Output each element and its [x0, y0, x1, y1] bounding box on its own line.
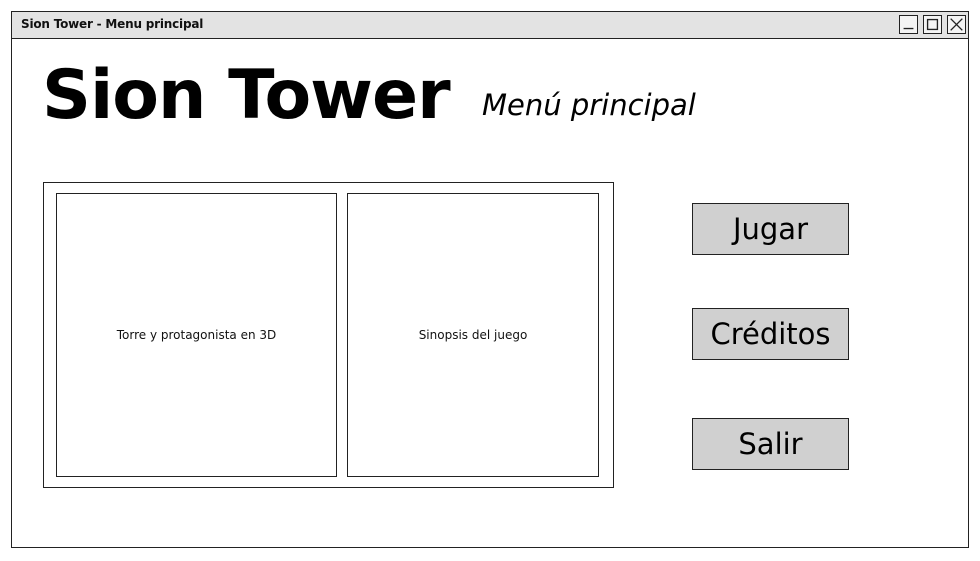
minimize-button[interactable]	[899, 15, 918, 34]
tower-3d-panel: Torre y protagonista en 3D	[56, 193, 337, 477]
credits-button[interactable]: Créditos	[692, 308, 849, 360]
tower-3d-label: Torre y protagonista en 3D	[116, 328, 277, 342]
exit-button-label: Salir	[738, 427, 803, 461]
app-title: Sion Tower	[42, 56, 451, 135]
play-button-label: Jugar	[732, 212, 809, 246]
page-subtitle: Menú principal	[482, 88, 696, 122]
title-bar[interactable]: Sion Tower - Menu principal	[12, 12, 968, 39]
synopsis-label: Sinopsis del juego	[418, 328, 528, 342]
window-title: Sion Tower - Menu principal	[21, 17, 204, 31]
minimize-icon	[903, 27, 914, 30]
exit-button[interactable]: Salir	[692, 418, 849, 470]
maximize-icon	[926, 18, 939, 31]
maximize-button[interactable]	[923, 15, 942, 34]
synopsis-panel: Sinopsis del juego	[347, 193, 599, 477]
close-button[interactable]	[947, 15, 966, 34]
app-window: Sion Tower - Menu principal Sion Tower M…	[11, 11, 969, 548]
content-frame: Torre y protagonista en 3D Sinopsis del …	[43, 182, 614, 488]
close-icon	[950, 18, 963, 31]
credits-button-label: Créditos	[710, 317, 831, 351]
play-button[interactable]: Jugar	[692, 203, 849, 255]
